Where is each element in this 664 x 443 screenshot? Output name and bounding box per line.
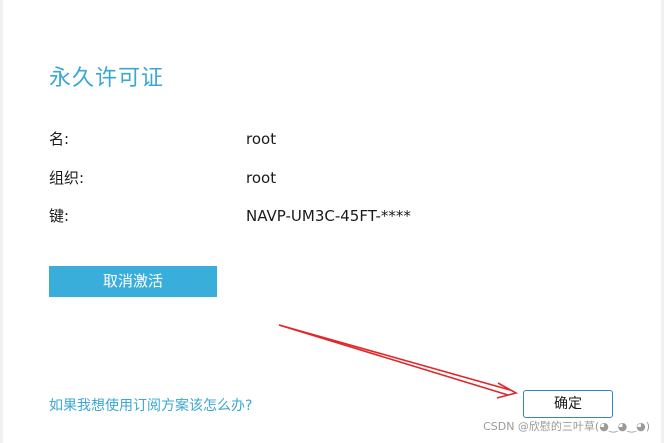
csdn-watermark: CSDN @欣慰的三叶草(◕‿◕‿◕) <box>483 420 650 433</box>
arrow-head <box>496 382 519 399</box>
deactivate-button[interactable]: 取消激活 <box>49 266 217 297</box>
arrow-shaft-lower <box>278 324 509 396</box>
ok-button[interactable]: 确定 <box>523 390 613 418</box>
arrow-shaft-upper <box>278 324 511 391</box>
field-value-key: NAVP-UM3C-45FT-**** <box>246 207 411 225</box>
field-label-key: 键: <box>49 207 70 225</box>
field-label-name: 名: <box>49 130 70 148</box>
license-dialog: 永久许可证 名: root 组织: root 键: NAVP-UM3C-45FT… <box>0 0 664 443</box>
dialog-title: 永久许可证 <box>49 66 165 91</box>
field-value-name: root <box>246 130 277 148</box>
field-label-organization: 组织: <box>49 169 85 187</box>
field-value-organization: root <box>246 169 277 187</box>
dialog-left-edge <box>0 0 3 443</box>
subscription-plan-link[interactable]: 如果我想使用订阅方案该怎么办? <box>49 395 252 415</box>
